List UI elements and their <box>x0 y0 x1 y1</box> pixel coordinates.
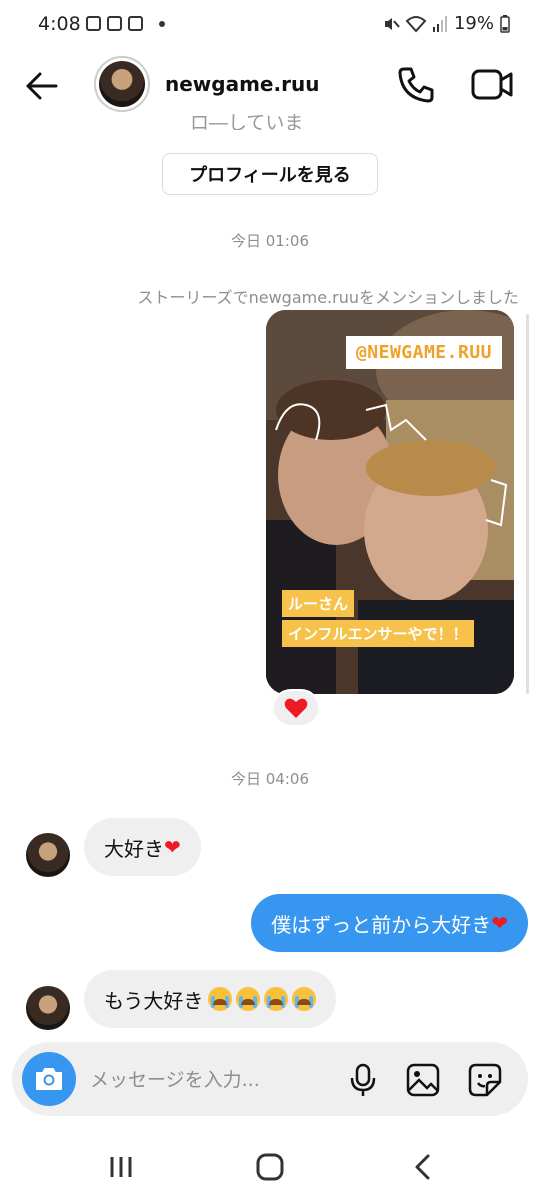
battery-icon <box>500 14 510 33</box>
home-icon[interactable] <box>253 1150 287 1184</box>
gallery-icon[interactable] <box>405 1062 441 1098</box>
message-text: 大好き <box>104 836 164 861</box>
recent-apps-icon[interactable] <box>104 1150 138 1184</box>
notification-icons <box>86 16 165 31</box>
signal-icon <box>432 15 447 32</box>
story-mention-tag: @NEWGAME.RUU <box>345 336 502 369</box>
status-bar: 4:08 19% <box>0 0 540 52</box>
heart-emoji: ❤ <box>491 911 508 935</box>
header-avatar[interactable] <box>94 56 150 112</box>
message-input[interactable] <box>90 1066 330 1094</box>
camera-button[interactable] <box>22 1052 76 1106</box>
message-text: 僕はずっと前から大好き <box>271 912 492 937</box>
heart-reaction[interactable] <box>272 689 320 727</box>
camera-icon <box>36 1068 62 1090</box>
wifi-icon <box>405 15 426 32</box>
image-notification-icon <box>86 16 101 31</box>
heart-icon <box>284 698 308 718</box>
timestamp: 今日 01:06 <box>231 232 309 250</box>
system-nav-bar <box>0 1130 540 1200</box>
crying-emojis <box>207 987 317 1011</box>
story-caption-1: ルーさん <box>282 590 355 617</box>
message-text: もう大好き <box>104 988 204 1013</box>
instagram-notification-icon <box>107 16 122 31</box>
back-nav-icon[interactable] <box>406 1150 440 1184</box>
scroll-indicator <box>526 314 529 694</box>
crying-face-icon <box>292 987 317 1011</box>
view-profile-button[interactable]: プロフィールを見る <box>162 153 378 195</box>
received-message[interactable]: 大好き ❤ <box>84 818 201 876</box>
more-notifications-icon <box>159 20 165 27</box>
story-mention-card[interactable]: @NEWGAME.RUU ルーさん インフルエンサーやで！！ <box>266 310 514 694</box>
sticker-icon[interactable] <box>467 1062 503 1098</box>
timestamp: 今日 04:06 <box>231 770 309 788</box>
mic-icon[interactable] <box>345 1062 381 1098</box>
crying-face-icon <box>264 987 289 1011</box>
header-username[interactable]: newgame.ruu <box>165 72 319 96</box>
received-message[interactable]: もう大好き <box>84 970 337 1028</box>
mute-icon <box>384 17 400 30</box>
instagram-notification-icon-2 <box>128 16 143 31</box>
heart-emoji: ❤ <box>164 835 181 859</box>
status-right: 19% <box>382 13 510 34</box>
sender-avatar[interactable] <box>26 833 70 877</box>
back-arrow-icon[interactable] <box>22 66 62 106</box>
sender-avatar[interactable] <box>26 986 70 1030</box>
crying-face-icon <box>208 987 233 1011</box>
story-mention-label: ストーリーズでnewgame.ruuをメンションしました <box>137 288 519 307</box>
sent-message[interactable]: 僕はずっと前から大好き ❤ <box>251 894 528 952</box>
video-icon[interactable] <box>470 64 514 104</box>
crying-face-icon <box>236 987 261 1011</box>
message-composer <box>12 1042 528 1116</box>
battery-percent: 19% <box>453 13 494 34</box>
status-time: 4:08 <box>38 13 81 35</box>
phone-icon[interactable] <box>396 64 436 104</box>
clipped-profile-text: ロ―していま <box>190 112 304 130</box>
story-caption-2: インフルエンサーやで！！ <box>282 620 474 647</box>
